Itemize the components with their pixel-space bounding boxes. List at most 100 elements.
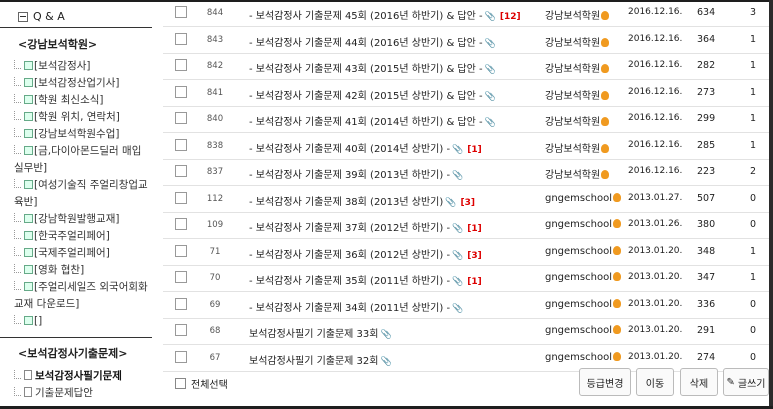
post-title-link[interactable]: - 보석감정사 기출문제 37회 (2012년 하반기) - — [249, 223, 450, 234]
post-title-cell[interactable]: - 보석감정사 기출문제 37회 (2012년 하반기) - 📎 [1] — [249, 219, 482, 234]
post-title-cell[interactable]: - 보석감정사 기출문제 35회 (2011년 하반기) - 📎 [1] — [249, 272, 482, 287]
post-author[interactable]: gngemschool — [545, 325, 621, 336]
post-title-cell[interactable]: 보석감정사필기 기출문제 33회 📎 — [249, 325, 392, 340]
row-checkbox[interactable] — [175, 32, 187, 45]
table-row[interactable]: 840 - 보석감정사 기출문제 41회 (2014년 하반기) & 답안 - 📎 강… — [163, 106, 769, 133]
post-title-cell[interactable]: - 보석감정사 기출문제 44회 (2016년 상반기) & 답안 - 📎 — [249, 34, 496, 49]
post-title-link[interactable]: - 보석감정사 기출문제 39회 (2013년 하반기) - — [249, 170, 450, 181]
sidebar-item[interactable]: [금,다이아몬드딜러 매입 — [14, 143, 152, 160]
row-checkbox[interactable] — [175, 165, 187, 177]
table-row[interactable]: 843 - 보석감정사 기출문제 44회 (2016년 상반기) & 답안 - 📎 강… — [163, 27, 769, 54]
comment-count[interactable]: [3] — [467, 251, 482, 261]
author-name[interactable]: gngemschool — [545, 352, 612, 363]
post-title-link[interactable]: - 보석감정사 기출문제 40회 (2014년 상반기) - — [249, 144, 450, 155]
sidebar-item[interactable]: [강남보석학원수업] — [14, 126, 152, 143]
sidebar-item[interactable]: [영화 협찬] — [14, 262, 152, 279]
table-row[interactable]: 838 - 보석감정사 기출문제 40회 (2014년 상반기) - 📎 [1] 강남보… — [163, 133, 769, 160]
author-name[interactable]: 강남보석학원 — [545, 11, 600, 22]
table-row[interactable]: 68 보석감정사필기 기출문제 33회 📎 gngemschool 2013.01.20… — [163, 318, 769, 345]
post-author[interactable]: gngemschool — [545, 272, 621, 283]
table-row[interactable]: 841 - 보석감정사 기출문제 42회 (2015년 상반기) & 답안 - 📎 강… — [163, 80, 769, 107]
comment-count[interactable]: [3] — [461, 198, 476, 208]
table-row[interactable]: 70 - 보석감정사 기출문제 35회 (2011년 하반기) - 📎 [1] gnge… — [163, 265, 769, 292]
post-author[interactable]: gngemschool — [545, 298, 621, 310]
sidebar-item[interactable]: [학원 최신소식] — [14, 92, 152, 109]
delete-button[interactable]: 삭제 — [680, 368, 718, 396]
sidebar-item[interactable]: [보석감정사] — [14, 58, 152, 75]
post-title-cell[interactable]: - 보석감정사 기출문제 42회 (2015년 상반기) & 답안 - 📎 — [249, 87, 496, 102]
post-author[interactable]: 강남보석학원 — [545, 34, 610, 49]
author-name[interactable]: gngemschool — [545, 325, 612, 336]
post-title-link[interactable]: - 보석감정사 기출문제 36회 (2012년 상반기) - — [249, 250, 450, 261]
post-title-link[interactable]: - 보석감정사 기출문제 34회 (2011년 상반기) - — [249, 303, 450, 314]
row-checkbox[interactable] — [175, 112, 187, 124]
sidebar-item[interactable]: [] — [14, 313, 152, 330]
post-title-link[interactable]: - 보석감정사 기출문제 42회 (2015년 상반기) & 답안 - — [249, 91, 483, 102]
author-name[interactable]: 강남보석학원 — [545, 144, 600, 155]
row-checkbox[interactable] — [175, 85, 187, 98]
author-name[interactable]: gngemschool — [545, 219, 612, 230]
comment-count[interactable]: [1] — [467, 277, 482, 287]
post-author[interactable]: 강남보석학원 — [545, 140, 610, 155]
post-author[interactable]: gngemschool — [545, 245, 621, 257]
row-checkbox[interactable] — [175, 59, 187, 71]
author-name[interactable]: gngemschool — [545, 193, 612, 204]
sidebar-item-answers[interactable]: 기출문제답안 — [14, 385, 152, 402]
post-title-link[interactable]: - 보석감정사 기출문제 38회 (2013년 상반기) — [249, 197, 443, 208]
row-checkbox[interactable] — [175, 244, 187, 257]
sidebar-item[interactable]: [학원 위치, 연락처] — [14, 109, 152, 126]
table-row[interactable]: 842 - 보석감정사 기출문제 43회 (2015년 하반기) & 답안 - 📎 강… — [163, 53, 769, 80]
row-checkbox[interactable] — [175, 324, 187, 336]
table-row[interactable]: 837 - 보석감정사 기출문제 39회 (2013년 하반기) - 📎 강남보석학원… — [163, 159, 769, 186]
post-title-link[interactable]: - 보석감정사 기출문제 44회 (2016년 상반기) & 답안 - — [249, 38, 483, 49]
select-all-checkbox[interactable] — [175, 378, 186, 389]
select-all-control[interactable]: 전체선택 — [175, 376, 228, 391]
sidebar-item[interactable]: [국제주얼리페어] — [14, 245, 152, 262]
post-author[interactable]: 강남보석학원 — [545, 113, 610, 128]
row-checkbox[interactable] — [175, 6, 187, 18]
author-name[interactable]: 강남보석학원 — [545, 91, 600, 102]
sidebar-item-exam-board[interactable]: 보석감정사필기문제 — [14, 368, 152, 385]
author-name[interactable]: 강남보석학원 — [545, 170, 600, 181]
post-author[interactable]: gngemschool — [545, 219, 621, 230]
row-checkbox[interactable] — [175, 350, 187, 363]
post-author[interactable]: 강남보석학원 — [545, 87, 610, 102]
table-row[interactable]: 112 - 보석감정사 기출문제 38회 (2013년 상반기) 📎 [3] gngem… — [163, 186, 769, 213]
author-name[interactable]: 강남보석학원 — [545, 38, 600, 49]
author-name[interactable]: 강남보석학원 — [545, 117, 600, 128]
sidebar-item-continued[interactable]: 육반] — [14, 194, 152, 211]
sidebar-item-qa[interactable]: Q & A — [18, 10, 65, 23]
post-title-cell[interactable]: - 보석감정사 기출문제 38회 (2013년 상반기) 📎 [3] — [249, 193, 475, 208]
post-title-link[interactable]: - 보석감정사 기출문제 41회 (2014년 하반기) & 답안 - — [249, 117, 483, 128]
sidebar-item[interactable]: [강남학원발행교재] — [14, 211, 152, 228]
row-checkbox[interactable] — [175, 138, 187, 151]
post-author[interactable]: 강남보석학원 — [545, 7, 610, 22]
post-title-link[interactable]: 보석감정사필기 기출문제 33회 — [249, 329, 378, 340]
post-title-link[interactable]: - 보석감정사 기출문제 45회 (2016년 하반기) & 답안 - — [249, 11, 483, 22]
post-title-link[interactable]: 보석감정사필기 기출문제 32회 — [249, 356, 378, 367]
table-row[interactable]: 844 - 보석감정사 기출문제 45회 (2016년 하반기) & 답안 - 📎 [… — [163, 0, 769, 27]
post-author[interactable]: 강남보석학원 — [545, 60, 610, 75]
post-author[interactable]: gngemschool — [545, 192, 621, 204]
sidebar-item[interactable]: [보석감정산업기사] — [14, 75, 152, 92]
collapse-icon[interactable] — [18, 11, 28, 22]
sidebar-item-continued[interactable]: 실무반] — [14, 160, 152, 177]
post-title-cell[interactable]: 보석감정사필기 기출문제 32회 📎 — [249, 352, 392, 367]
grade-change-button[interactable]: 등급변경 — [579, 368, 631, 396]
post-title-cell[interactable]: - 보석감정사 기출문제 40회 (2014년 상반기) - 📎 [1] — [249, 140, 482, 155]
row-checkbox[interactable] — [175, 271, 187, 283]
write-button[interactable]: ✎ 글쓰기 — [723, 368, 769, 396]
author-name[interactable]: 강남보석학원 — [545, 64, 600, 75]
post-author[interactable]: gngemschool — [545, 351, 621, 363]
comment-count[interactable]: [1] — [467, 145, 482, 155]
row-checkbox[interactable] — [175, 218, 187, 230]
author-name[interactable]: gngemschool — [545, 299, 612, 310]
post-title-cell[interactable]: - 보석감정사 기출문제 36회 (2012년 상반기) - 📎 [3] — [249, 246, 482, 261]
post-title-cell[interactable]: - 보석감정사 기출문제 39회 (2013년 하반기) - 📎 — [249, 166, 463, 181]
table-row[interactable]: 69 - 보석감정사 기출문제 34회 (2011년 상반기) - 📎 gngemsc… — [163, 292, 769, 319]
sidebar-item[interactable]: [한국주얼리페어] — [14, 228, 152, 245]
author-name[interactable]: gngemschool — [545, 272, 612, 283]
post-title-link[interactable]: - 보석감정사 기출문제 43회 (2015년 하반기) & 답안 - — [249, 64, 483, 75]
row-checkbox[interactable] — [175, 297, 187, 310]
post-title-cell[interactable]: - 보석감정사 기출문제 45회 (2016년 하반기) & 답안 - 📎 [12] — [249, 7, 521, 22]
